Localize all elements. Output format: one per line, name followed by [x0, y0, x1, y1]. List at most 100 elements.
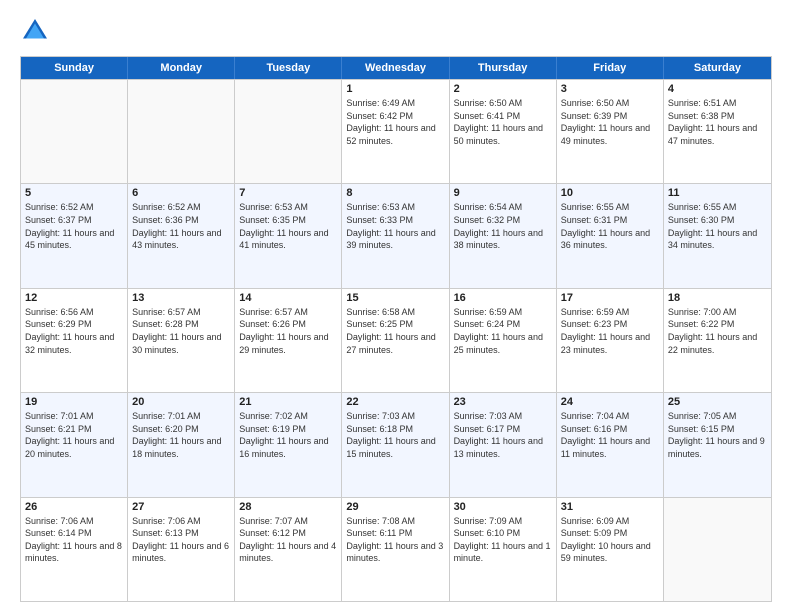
calendar-cell [21, 80, 128, 183]
day-number: 26 [25, 501, 123, 513]
calendar-row: 26 Sunrise: 7:06 AM Sunset: 6:14 PM Dayli… [21, 497, 771, 601]
calendar-cell: 31 Sunrise: 6:09 AM Sunset: 5:09 PM Dayli… [557, 498, 664, 601]
day-number: 11 [668, 187, 767, 199]
day-number: 7 [239, 187, 337, 199]
cell-info: Sunrise: 6:59 AM Sunset: 6:24 PM Dayligh… [454, 306, 552, 356]
day-number: 3 [561, 83, 659, 95]
cell-info: Sunrise: 7:08 AM Sunset: 6:11 PM Dayligh… [346, 515, 444, 565]
header-thursday: Thursday [450, 57, 557, 79]
calendar-cell: 22 Sunrise: 7:03 AM Sunset: 6:18 PM Dayli… [342, 393, 449, 496]
day-number: 27 [132, 501, 230, 513]
calendar-row: 19 Sunrise: 7:01 AM Sunset: 6:21 PM Dayli… [21, 392, 771, 496]
calendar-cell: 30Sunrise: 7:09 AM Sunset: 6:10 PM Dayli… [450, 498, 557, 601]
day-number: 5 [25, 187, 123, 199]
calendar-cell: 8 Sunrise: 6:53 AM Sunset: 6:33 PM Daylig… [342, 184, 449, 287]
cell-info: Sunrise: 7:09 AM Sunset: 6:10 PM Dayligh… [454, 515, 552, 565]
cell-info: Sunrise: 6:59 AM Sunset: 6:23 PM Dayligh… [561, 306, 659, 356]
day-number: 16 [454, 292, 552, 304]
cell-info: Sunrise: 6:53 AM Sunset: 6:33 PM Dayligh… [346, 201, 444, 251]
header-monday: Monday [128, 57, 235, 79]
calendar-cell: 26 Sunrise: 7:06 AM Sunset: 6:14 PM Dayli… [21, 498, 128, 601]
cell-info: Sunrise: 6:57 AM Sunset: 6:28 PM Dayligh… [132, 306, 230, 356]
day-number: 28 [239, 501, 337, 513]
day-number: 10 [561, 187, 659, 199]
day-number: 22 [346, 396, 444, 408]
cell-info: Sunrise: 6:55 AM Sunset: 6:30 PM Dayligh… [668, 201, 767, 251]
calendar-cell: 29Sunrise: 7:08 AM Sunset: 6:11 PM Dayli… [342, 498, 449, 601]
cell-info: Sunrise: 7:07 AM Sunset: 6:12 PM Dayligh… [239, 515, 337, 565]
calendar-cell: 21 Sunrise: 7:02 AM Sunset: 6:19 PM Dayli… [235, 393, 342, 496]
cell-info: Sunrise: 7:04 AM Sunset: 6:16 PM Dayligh… [561, 410, 659, 460]
day-number: 20 [132, 396, 230, 408]
day-number: 17 [561, 292, 659, 304]
day-number: 23 [454, 396, 552, 408]
day-number: 2 [454, 83, 552, 95]
calendar-cell: 12 Sunrise: 6:56 AM Sunset: 6:29 PM Dayli… [21, 289, 128, 392]
calendar-cell: 17 Sunrise: 6:59 AM Sunset: 6:23 PM Dayli… [557, 289, 664, 392]
calendar-header: Sunday Monday Tuesday Wednesday Thursday… [21, 57, 771, 79]
day-number: 18 [668, 292, 767, 304]
cell-info: Sunrise: 7:06 AM Sunset: 6:14 PM Dayligh… [25, 515, 123, 565]
calendar-cell: 27 Sunrise: 7:06 AM Sunset: 6:13 PM Dayli… [128, 498, 235, 601]
calendar-cell: 14Sunrise: 6:57 AM Sunset: 6:26 PM Dayli… [235, 289, 342, 392]
day-number: 8 [346, 187, 444, 199]
calendar-cell: 7 Sunrise: 6:53 AM Sunset: 6:35 PM Daylig… [235, 184, 342, 287]
cell-info: Sunrise: 6:50 AM Sunset: 6:39 PM Dayligh… [561, 97, 659, 147]
cell-info: Sunrise: 7:03 AM Sunset: 6:18 PM Dayligh… [346, 410, 444, 460]
header [20, 16, 772, 46]
cell-info: Sunrise: 6:52 AM Sunset: 6:36 PM Dayligh… [132, 201, 230, 251]
header-sunday: Sunday [21, 57, 128, 79]
cell-info: Sunrise: 7:01 AM Sunset: 6:21 PM Dayligh… [25, 410, 123, 460]
calendar-cell: 25 Sunrise: 7:05 AM Sunset: 6:15 PM Dayli… [664, 393, 771, 496]
calendar-cell: 11 Sunrise: 6:55 AM Sunset: 6:30 PM Dayli… [664, 184, 771, 287]
calendar: Sunday Monday Tuesday Wednesday Thursday… [20, 56, 772, 602]
cell-info: Sunrise: 7:05 AM Sunset: 6:15 PM Dayligh… [668, 410, 767, 460]
header-wednesday: Wednesday [342, 57, 449, 79]
cell-info: Sunrise: 6:55 AM Sunset: 6:31 PM Dayligh… [561, 201, 659, 251]
calendar-cell: 23Sunrise: 7:03 AM Sunset: 6:17 PM Dayli… [450, 393, 557, 496]
header-saturday: Saturday [664, 57, 771, 79]
calendar-cell: 10 Sunrise: 6:55 AM Sunset: 6:31 PM Dayli… [557, 184, 664, 287]
cell-info: Sunrise: 6:56 AM Sunset: 6:29 PM Dayligh… [25, 306, 123, 356]
cell-info: Sunrise: 6:50 AM Sunset: 6:41 PM Dayligh… [454, 97, 552, 147]
calendar-cell: 4 Sunrise: 6:51 AM Sunset: 6:38 PM Daylig… [664, 80, 771, 183]
calendar-cell: 19 Sunrise: 7:01 AM Sunset: 6:21 PM Dayli… [21, 393, 128, 496]
day-number: 12 [25, 292, 123, 304]
day-number: 4 [668, 83, 767, 95]
day-number: 21 [239, 396, 337, 408]
calendar-cell: 24 Sunrise: 7:04 AM Sunset: 6:16 PM Dayli… [557, 393, 664, 496]
day-number: 13 [132, 292, 230, 304]
day-number: 15 [346, 292, 444, 304]
calendar-row: 5 Sunrise: 6:52 AM Sunset: 6:37 PM Daylig… [21, 183, 771, 287]
calendar-cell [128, 80, 235, 183]
calendar-body: 1Sunrise: 6:49 AM Sunset: 6:42 PM Daylig… [21, 79, 771, 601]
calendar-cell: 3 Sunrise: 6:50 AM Sunset: 6:39 PM Daylig… [557, 80, 664, 183]
cell-info: Sunrise: 6:53 AM Sunset: 6:35 PM Dayligh… [239, 201, 337, 251]
cell-info: Sunrise: 6:09 AM Sunset: 5:09 PM Dayligh… [561, 515, 659, 565]
calendar-cell: 5 Sunrise: 6:52 AM Sunset: 6:37 PM Daylig… [21, 184, 128, 287]
day-number: 19 [25, 396, 123, 408]
day-number: 6 [132, 187, 230, 199]
calendar-cell: 13 Sunrise: 6:57 AM Sunset: 6:28 PM Dayli… [128, 289, 235, 392]
day-number: 25 [668, 396, 767, 408]
calendar-cell [235, 80, 342, 183]
cell-info: Sunrise: 7:06 AM Sunset: 6:13 PM Dayligh… [132, 515, 230, 565]
calendar-row: 12 Sunrise: 6:56 AM Sunset: 6:29 PM Dayli… [21, 288, 771, 392]
calendar-cell: 6 Sunrise: 6:52 AM Sunset: 6:36 PM Daylig… [128, 184, 235, 287]
cell-info: Sunrise: 6:49 AM Sunset: 6:42 PM Dayligh… [346, 97, 444, 147]
cell-info: Sunrise: 7:02 AM Sunset: 6:19 PM Dayligh… [239, 410, 337, 460]
logo-icon [20, 16, 50, 46]
calendar-cell: 2 Sunrise: 6:50 AM Sunset: 6:41 PM Daylig… [450, 80, 557, 183]
calendar-cell: 15Sunrise: 6:58 AM Sunset: 6:25 PM Dayli… [342, 289, 449, 392]
calendar-cell: 1Sunrise: 6:49 AM Sunset: 6:42 PM Daylig… [342, 80, 449, 183]
day-number: 31 [561, 501, 659, 513]
day-number: 9 [454, 187, 552, 199]
calendar-cell: 16 Sunrise: 6:59 AM Sunset: 6:24 PM Dayli… [450, 289, 557, 392]
page: Sunday Monday Tuesday Wednesday Thursday… [0, 0, 792, 612]
calendar-row: 1Sunrise: 6:49 AM Sunset: 6:42 PM Daylig… [21, 79, 771, 183]
cell-info: Sunrise: 6:52 AM Sunset: 6:37 PM Dayligh… [25, 201, 123, 251]
day-number: 14 [239, 292, 337, 304]
cell-info: Sunrise: 7:00 AM Sunset: 6:22 PM Dayligh… [668, 306, 767, 356]
cell-info: Sunrise: 6:51 AM Sunset: 6:38 PM Dayligh… [668, 97, 767, 147]
day-number: 24 [561, 396, 659, 408]
